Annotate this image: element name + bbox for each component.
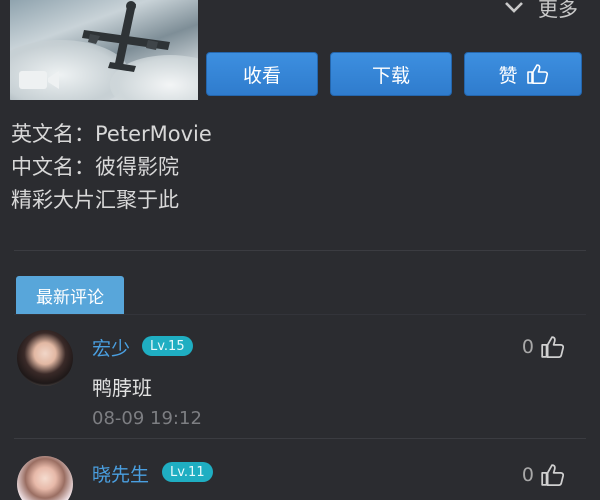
download-button-label: 下载 xyxy=(371,64,410,87)
latest-comments-label: 最新评论 xyxy=(36,287,104,308)
like-count: 0 xyxy=(521,336,534,358)
channel-info: 英文名：PeterMovie 中文名：彼得影院 精彩大片汇聚于此 xyxy=(11,118,212,217)
thumbs-up-icon xyxy=(541,464,564,486)
chevron-down-icon xyxy=(505,2,523,13)
like-button-label: 赞 xyxy=(498,64,518,87)
slogan: 精彩大片汇聚于此 xyxy=(11,188,179,212)
comment-like[interactable]: 0 xyxy=(522,336,564,358)
divider xyxy=(14,250,586,251)
watch-button[interactable]: 收看 xyxy=(206,52,318,96)
like-count: 0 xyxy=(521,464,534,486)
airplane-image xyxy=(82,1,170,72)
comment-like[interactable]: 0 xyxy=(522,464,564,486)
avatar[interactable] xyxy=(17,330,73,386)
divider xyxy=(14,314,586,315)
video-camera-icon xyxy=(19,71,59,89)
like-button[interactable]: 赞 xyxy=(464,52,582,96)
avatar[interactable] xyxy=(17,456,73,500)
more-toggle[interactable]: 更多 xyxy=(504,0,578,21)
comment-username[interactable]: 宏少 xyxy=(92,334,130,361)
level-badge: Lv.11 xyxy=(162,462,213,482)
more-label: 更多 xyxy=(538,0,578,21)
divider xyxy=(14,438,586,439)
watch-button-label: 收看 xyxy=(242,64,281,87)
level-badge: Lv.15 xyxy=(142,336,193,356)
thumbs-up-icon xyxy=(541,336,564,358)
movie-thumbnail[interactable] xyxy=(10,0,198,100)
chinese-name: 中文名：彼得影院 xyxy=(11,155,179,179)
download-button[interactable]: 下载 xyxy=(330,52,452,96)
comment-username[interactable]: 晓先生 xyxy=(92,460,149,487)
comment-text: 鸭脖班 xyxy=(92,376,152,400)
comment-time: 08-09 19:12 xyxy=(92,408,202,429)
latest-comments-tab[interactable]: 最新评论 xyxy=(16,276,124,314)
english-name: 英文名：PeterMovie xyxy=(11,122,212,146)
thumbs-up-icon xyxy=(526,64,548,84)
